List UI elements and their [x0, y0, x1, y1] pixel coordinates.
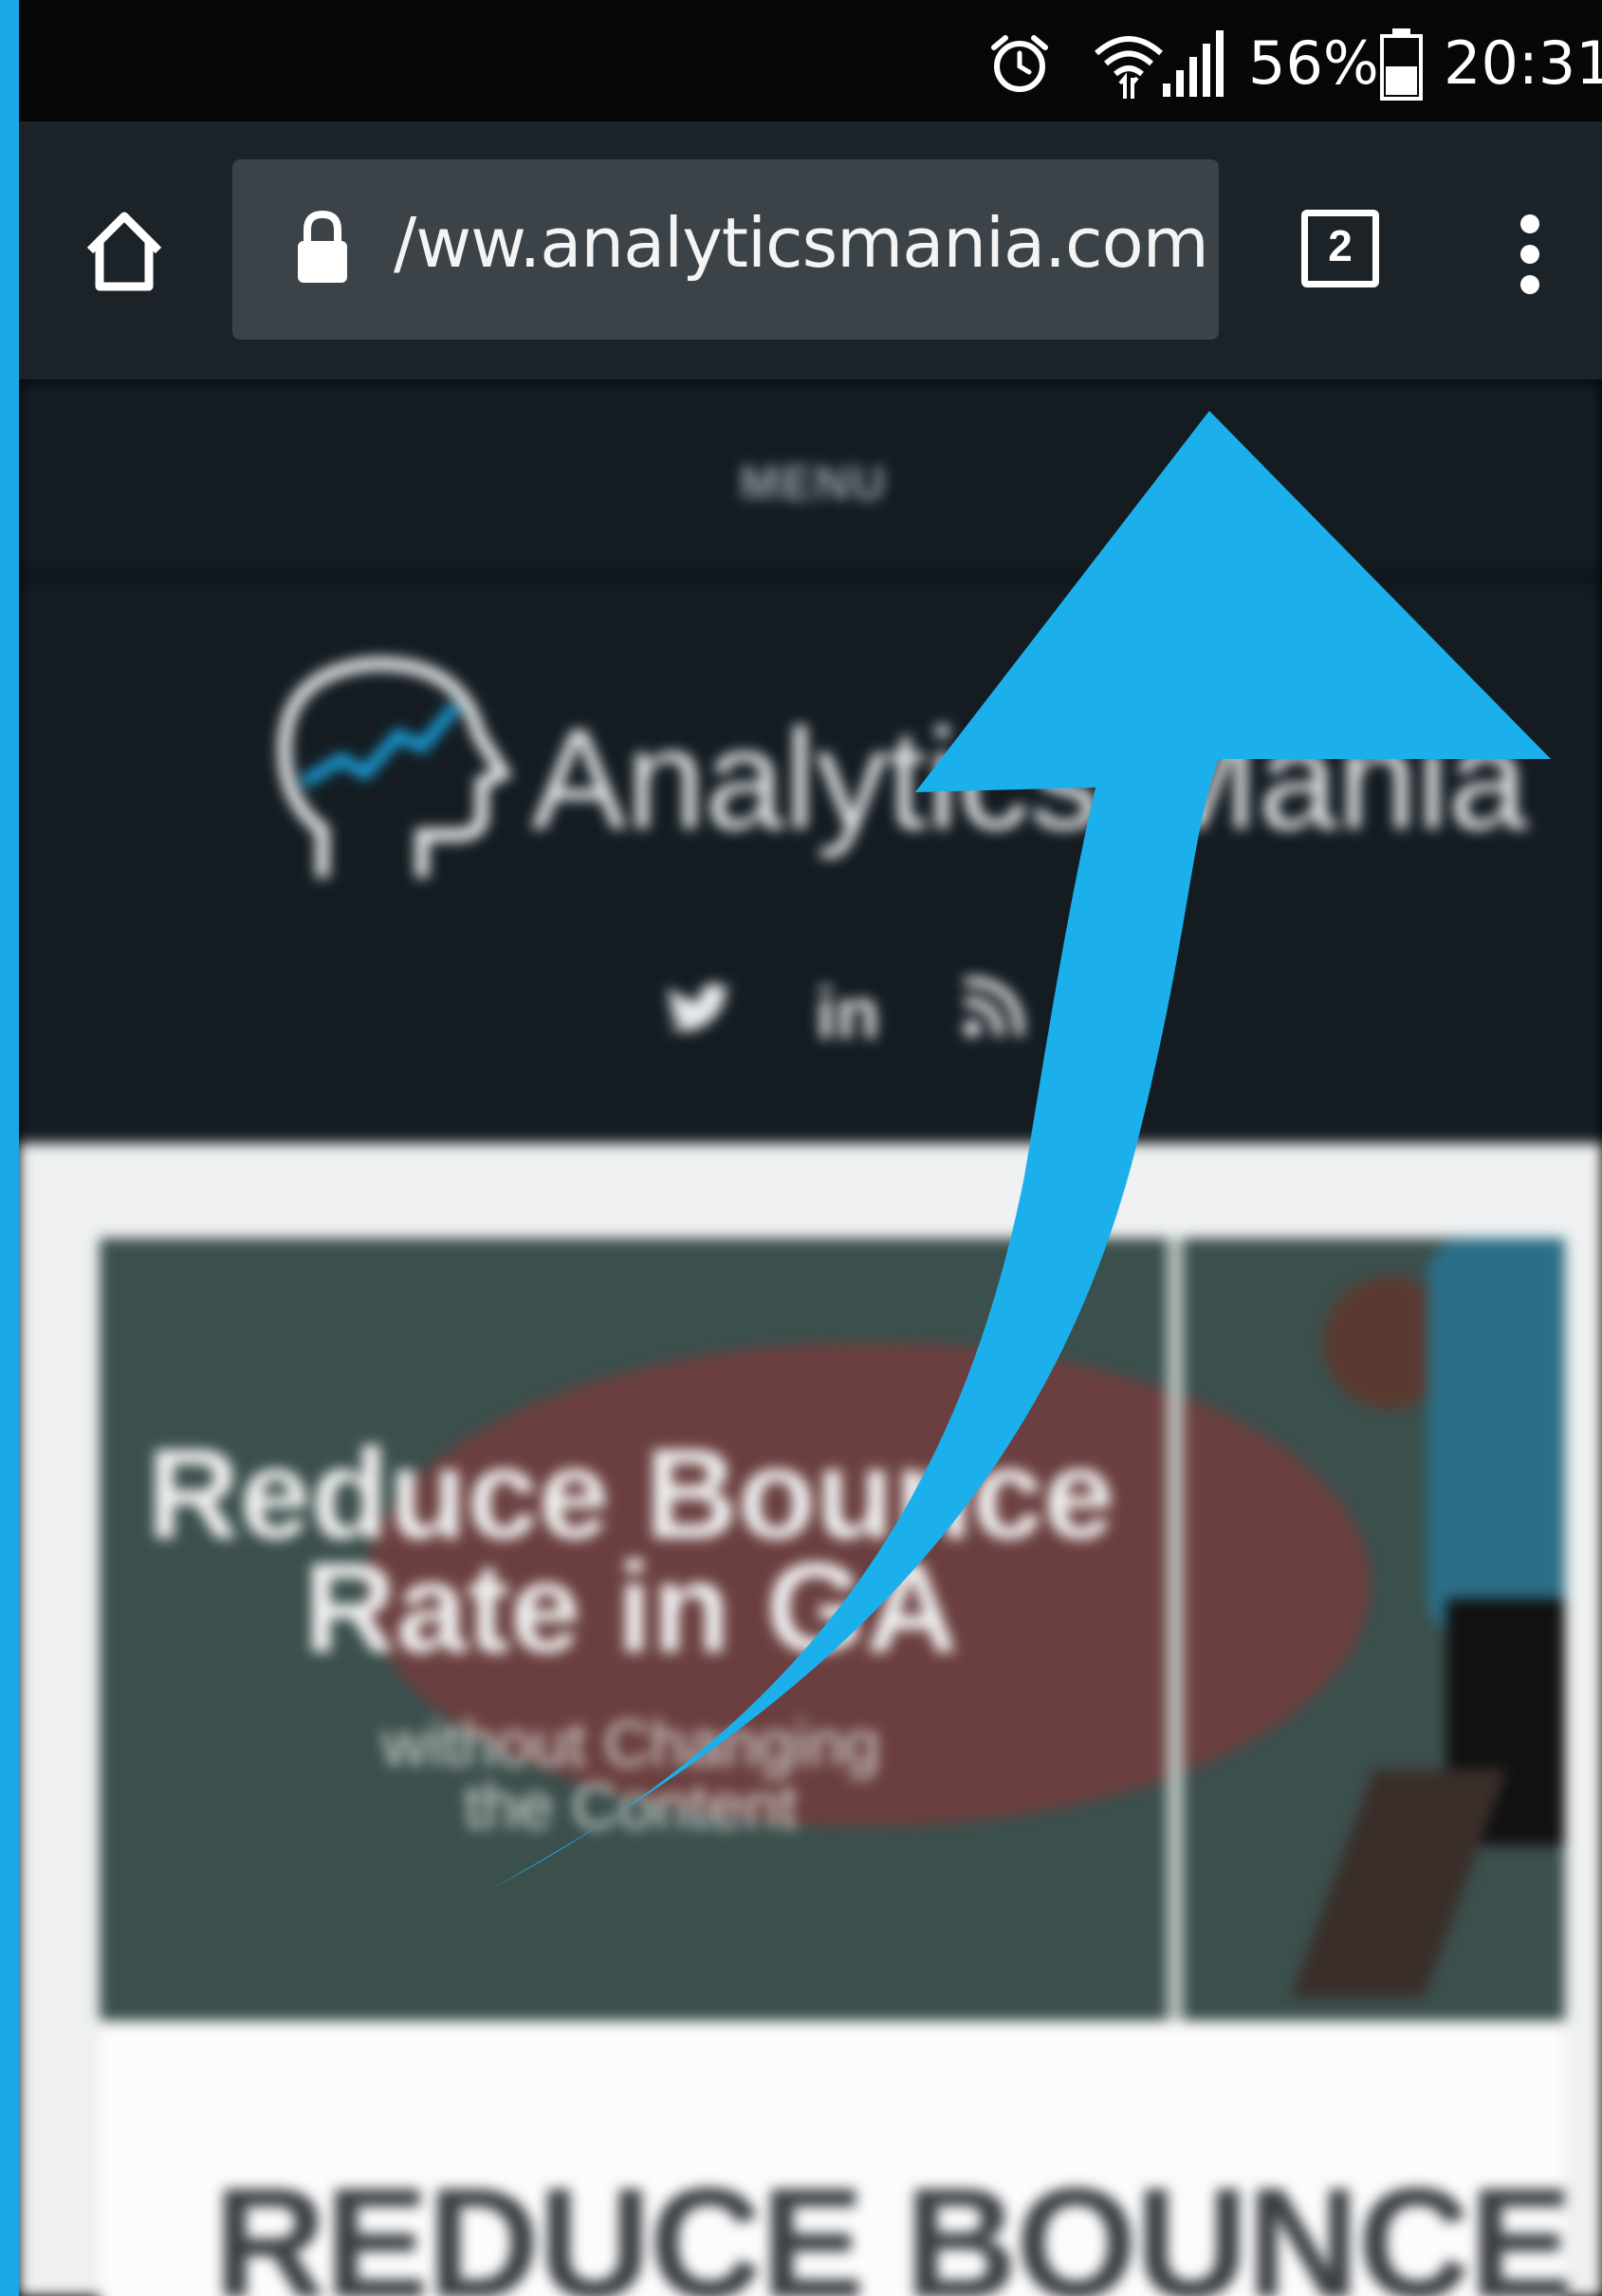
page-viewport[interactable]: MENU Analytics Mania in Reduce Bounce Ra…: [19, 380, 1602, 2296]
linkedin-icon[interactable]: in: [816, 972, 880, 1055]
logo-head-icon: [277, 657, 513, 878]
lock-icon: [298, 210, 347, 283]
menu-button[interactable]: MENU: [740, 455, 887, 510]
browser-toolbar: /ww.analyticsmania.com 2: [0, 121, 1602, 380]
court-line: [1167, 1238, 1184, 2021]
tab-switcher-button[interactable]: 2: [1301, 210, 1379, 287]
url-text[interactable]: /ww.analyticsmania.com: [394, 203, 1209, 283]
site-name[interactable]: Analytics Mania: [531, 697, 1527, 861]
alarm-icon: [991, 35, 1048, 92]
rss-icon[interactable]: [963, 977, 1023, 1038]
hero-subtitle-line2: the Content: [464, 1770, 798, 1842]
status-time: 20:31: [1444, 28, 1602, 98]
battery-icon: [1380, 28, 1423, 101]
hero-title: Reduce Bounce Rate in GA: [100, 1422, 1162, 1679]
address-bar[interactable]: /ww.analyticsmania.com: [232, 159, 1219, 340]
site-header: MENU: [19, 380, 1602, 583]
home-icon[interactable]: [81, 207, 168, 294]
status-bar: 56% 20:31: [0, 0, 1602, 121]
hero-title-line2: Rate in GA: [303, 1536, 959, 1679]
page-content: MENU Analytics Mania in Reduce Bounce Ra…: [19, 380, 1602, 2296]
left-accent-strip: [0, 0, 19, 2296]
signal-icon: [1163, 30, 1224, 97]
article-heading[interactable]: REDUCE BOUNCE: [213, 2154, 1574, 2296]
more-icon[interactable]: [1516, 213, 1544, 296]
hero-subtitle: without Changing the Content: [100, 1708, 1162, 1842]
battery-percent: 56%: [1248, 28, 1379, 98]
hero-subtitle-line1: without Changing: [381, 1708, 880, 1780]
tab-count: 2: [1328, 221, 1353, 270]
hero-title-line1: Reduce Bounce: [146, 1422, 1115, 1565]
article-card: REDUCE BOUNCE: [100, 2021, 1574, 2296]
hero-image[interactable]: Reduce Bounce Rate in GA without Changin…: [100, 1238, 1565, 2021]
twitter-icon[interactable]: [664, 982, 732, 1039]
player-torso: [1427, 1238, 1565, 1637]
wifi-icon: [1095, 36, 1163, 99]
player-leg: [1291, 1769, 1507, 1997]
